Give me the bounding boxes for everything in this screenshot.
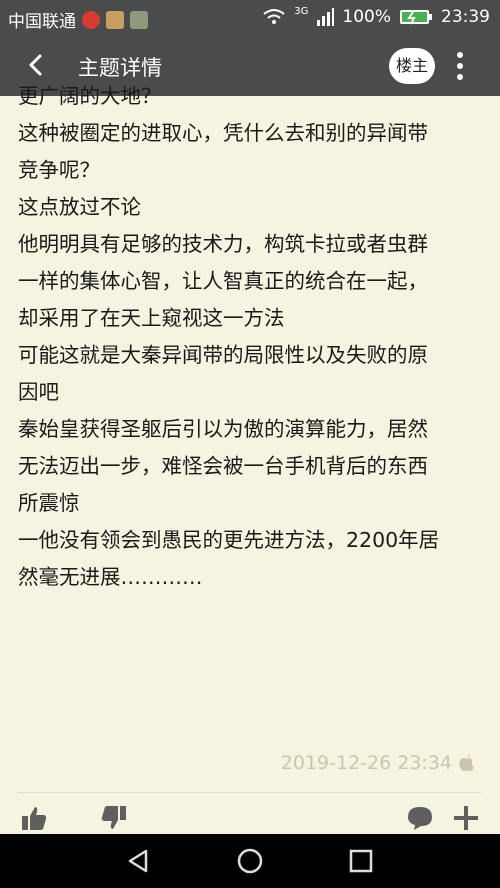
post-line: 却采用了在天上窥视这一方法 — [18, 306, 285, 330]
post-line: 无法迈出一步，难怪会被一台手机背后的东西 — [18, 454, 428, 478]
battery-icon — [400, 10, 432, 25]
post-line: 然毫无进展………… — [18, 565, 203, 589]
status-right: 3G 100% 23:39 — [262, 5, 490, 27]
post-line: 竞争呢？ — [18, 158, 100, 182]
triangle-back-icon[interactable] — [124, 846, 154, 876]
post-timestamp: 2019-12-26 23:34 — [280, 752, 452, 774]
wifi-icon — [263, 9, 285, 24]
post-line: 秦始皇获得圣躯后引以为傲的演算能力，居然 — [18, 417, 428, 441]
apple-icon — [459, 754, 474, 772]
network-type: 3G — [294, 5, 309, 17]
post-line: 可能这就是大秦异闻带的局限性以及失败的原 — [18, 343, 428, 367]
carrier-label: 中国联通 — [8, 12, 76, 32]
post-line: 这点放过不论 — [18, 195, 141, 219]
system-nav-bar — [0, 834, 500, 888]
comment-icon[interactable] — [406, 804, 434, 832]
post-line: 这种被圈定的进取心，凭什么去和别的异闻带 — [18, 121, 428, 145]
app-notification-icon — [82, 10, 100, 29]
divider — [18, 792, 482, 793]
post-line: 更广阔的大地？ — [18, 84, 162, 108]
image-icon — [130, 10, 148, 29]
plus-icon[interactable] — [452, 804, 480, 832]
thumbs-up-icon[interactable] — [20, 804, 48, 832]
post-content: 更广阔的大地？ 这种被圈定的进取心，凭什么去和别的异闻带 竞争呢？ 这点放过不论… — [18, 84, 486, 596]
signal-icon — [317, 8, 335, 26]
status-left: 中国联通 — [8, 7, 148, 32]
clock: 23:39 — [441, 7, 490, 27]
post-timestamp-row: 2019-12-26 23:34 — [281, 752, 476, 774]
battery-percent: 100% — [342, 7, 391, 27]
package-icon — [106, 10, 124, 29]
post-actions — [0, 800, 500, 834]
post-line: 他明明具有足够的技术力，构筑卡拉或者虫群 — [18, 232, 428, 256]
post-line: 一样的集体心智，让人智真正的统合在一起， — [18, 269, 428, 293]
thumbs-down-icon[interactable] — [100, 804, 128, 832]
circle-home-icon[interactable] — [235, 846, 265, 876]
back-arrow-icon[interactable] — [22, 50, 52, 80]
post-line: 所震惊 — [18, 491, 80, 515]
square-recents-icon[interactable] — [346, 846, 376, 876]
status-bar: 中国联通 3G 100% 23:39 — [0, 0, 500, 36]
post-line: 一他没有领会到愚民的更先进方法，2200年居 — [18, 528, 440, 552]
post-line: 因吧 — [18, 380, 59, 404]
